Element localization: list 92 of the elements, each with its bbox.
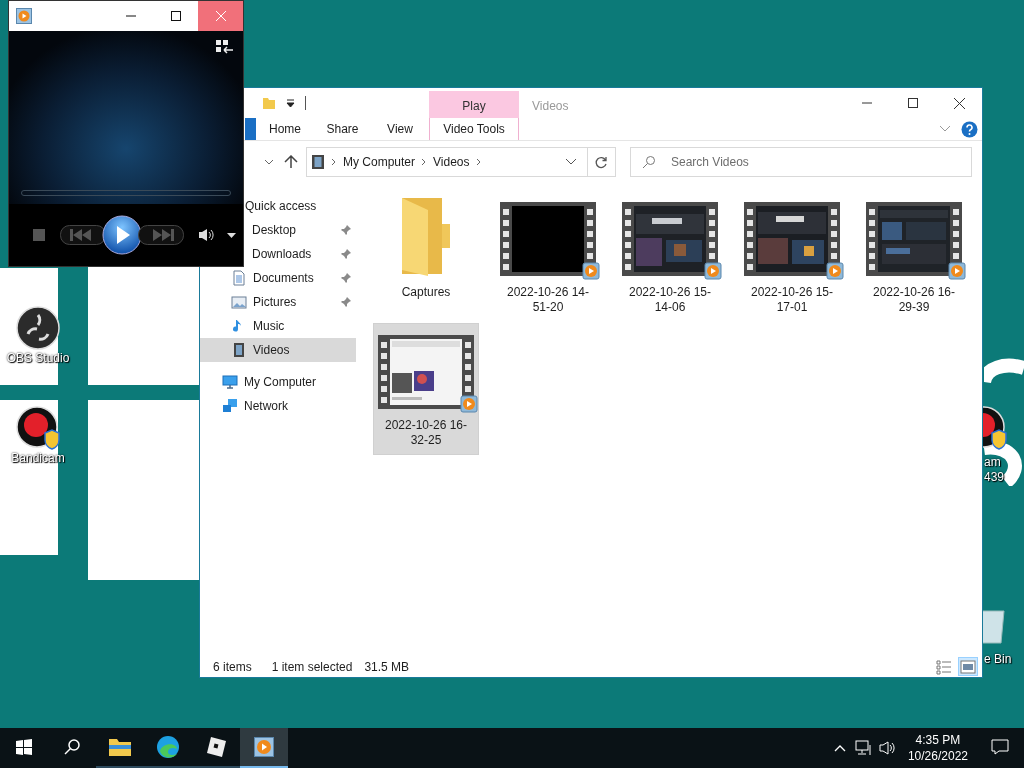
file-name: 2022-10-26 16-29-39 bbox=[871, 285, 957, 315]
bandicam-app-icon[interactable] bbox=[15, 405, 61, 451]
nav-label: Quick access bbox=[245, 199, 318, 213]
nav-label: Videos bbox=[253, 343, 291, 357]
breadcrumb[interactable]: My Computer bbox=[339, 155, 420, 169]
taskbar-app[interactable] bbox=[240, 728, 288, 768]
document-icon bbox=[231, 270, 247, 286]
view-button[interactable] bbox=[934, 657, 954, 676]
nav-label: Desktop bbox=[252, 223, 298, 237]
refresh-icon[interactable] bbox=[595, 155, 608, 169]
ribbon-tab[interactable]: Video Tools bbox=[429, 118, 519, 140]
nav-label: Music bbox=[253, 319, 286, 333]
film-icon bbox=[231, 342, 247, 358]
media-player-icon bbox=[16, 8, 32, 24]
previous-button[interactable] bbox=[60, 225, 106, 245]
file-item[interactable]: 2022-10-26 16-32-25 bbox=[373, 323, 479, 455]
file-item[interactable]: 2022-10-26 15-14-06 bbox=[617, 190, 723, 322]
file-item[interactable]: 2022-10-26 15-17-01 bbox=[739, 190, 845, 322]
search-icon bbox=[642, 155, 656, 169]
play-badge-icon bbox=[826, 262, 844, 280]
nav-item[interactable]: Desktop bbox=[246, 218, 356, 242]
address-bar[interactable]: My Computer Videos bbox=[306, 147, 616, 177]
play-badge-icon bbox=[704, 262, 722, 280]
clock-time: 4:35 PM bbox=[915, 732, 961, 748]
picture-icon bbox=[231, 294, 247, 310]
tab-group-label: Play bbox=[462, 99, 486, 113]
search-icon bbox=[64, 739, 80, 755]
nav-label: My Computer bbox=[244, 375, 318, 389]
file-item[interactable]: 2022-10-26 14-51-20 bbox=[495, 190, 601, 322]
nav-item[interactable]: Quick access bbox=[245, 194, 356, 218]
nav-label: Downloads bbox=[252, 247, 313, 261]
maximize-icon bbox=[908, 98, 918, 108]
view-button[interactable] bbox=[958, 657, 978, 676]
play-badge-icon bbox=[948, 262, 966, 280]
network-icon[interactable] bbox=[854, 740, 873, 756]
chevron-down-icon[interactable] bbox=[264, 158, 274, 166]
help-icon[interactable] bbox=[961, 120, 978, 138]
large-icons-view-icon bbox=[960, 658, 976, 675]
chevron-up-icon[interactable] bbox=[833, 744, 846, 752]
clock-date: 10/26/2022 bbox=[907, 748, 968, 764]
switch-to-library-icon[interactable] bbox=[216, 40, 234, 54]
icon-label: e Bin bbox=[984, 652, 1012, 667]
nav-item[interactable]: Downloads bbox=[246, 242, 356, 266]
play-button[interactable] bbox=[102, 215, 142, 255]
icon-label: am bbox=[984, 455, 1001, 470]
dropdown-arrow-icon[interactable] bbox=[227, 232, 236, 238]
ribbon-tab[interactable]: Share bbox=[314, 118, 371, 140]
chevron-down-icon[interactable] bbox=[565, 158, 577, 166]
volume-icon[interactable] bbox=[878, 741, 897, 755]
up-arrow-icon[interactable] bbox=[284, 155, 298, 169]
nav-label: Pictures bbox=[253, 295, 298, 309]
file-name: Captures bbox=[400, 285, 452, 300]
window-title: Videos bbox=[531, 98, 570, 115]
file-name: 2022-10-26 15-14-06 bbox=[627, 285, 713, 315]
nav-item[interactable]: My Computer bbox=[200, 370, 356, 394]
ribbon-tab[interactable]: Home bbox=[256, 118, 314, 140]
nav-item[interactable]: Music bbox=[200, 314, 356, 338]
breadcrumb[interactable]: Videos bbox=[429, 155, 474, 169]
selection-count: 1 item selected bbox=[271, 659, 353, 674]
nav-label: Documents bbox=[253, 271, 315, 285]
nav-item[interactable]: Videos bbox=[200, 338, 356, 362]
file-name: 2022-10-26 15-17-01 bbox=[749, 285, 835, 315]
network-icon bbox=[222, 398, 238, 414]
selection-size: 31.5 MB bbox=[364, 659, 410, 674]
nav-item[interactable]: Pictures bbox=[200, 290, 356, 314]
item-count: 6 items bbox=[213, 659, 252, 674]
edge-icon bbox=[156, 735, 180, 759]
play-badge-icon bbox=[582, 262, 600, 280]
dropdown-arrow-icon[interactable] bbox=[286, 98, 295, 108]
close-icon bbox=[953, 97, 965, 109]
search-field[interactable]: Search Videos bbox=[630, 147, 972, 177]
ribbon-tab[interactable]: View bbox=[371, 118, 429, 140]
icon-label: 439 bbox=[984, 470, 1005, 485]
play-badge-icon bbox=[460, 395, 478, 413]
obs-app-icon[interactable] bbox=[15, 305, 61, 351]
nav-label: Network bbox=[244, 399, 289, 413]
nav-item[interactable]: Network bbox=[200, 394, 356, 418]
file-name: 2022-10-26 14-51-20 bbox=[505, 285, 591, 315]
media-player-icon bbox=[254, 737, 274, 757]
details-view-icon bbox=[936, 658, 952, 675]
windows-logo-icon bbox=[16, 739, 32, 755]
computer-icon bbox=[222, 374, 238, 390]
close-icon bbox=[215, 11, 226, 21]
folder-icon bbox=[108, 737, 132, 757]
volume-icon[interactable] bbox=[198, 228, 214, 242]
speech-bubble-icon bbox=[991, 739, 1009, 755]
film-icon bbox=[311, 154, 325, 170]
file-name: 2022-10-26 16-32-25 bbox=[383, 418, 469, 448]
nav-item[interactable]: Documents bbox=[200, 266, 356, 290]
file-item[interactable]: Captures bbox=[373, 190, 479, 322]
file-item[interactable]: 2022-10-26 16-29-39 bbox=[861, 190, 967, 322]
maximize-icon bbox=[170, 11, 181, 21]
